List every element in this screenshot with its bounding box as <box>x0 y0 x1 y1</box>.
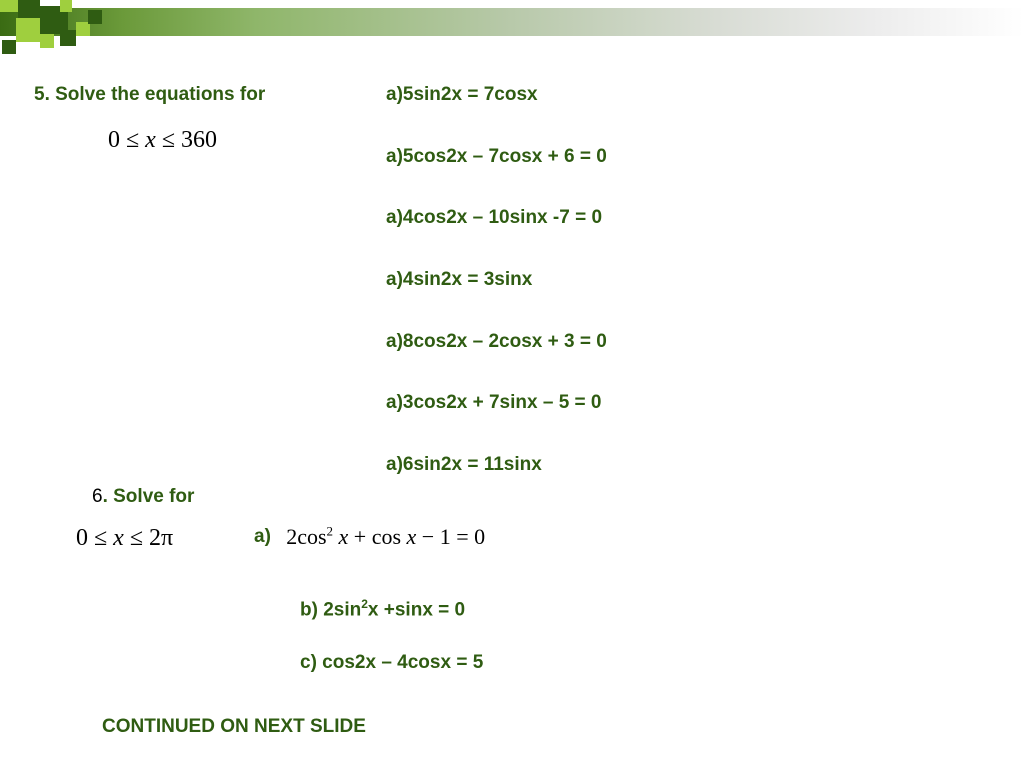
decor-square <box>60 0 72 12</box>
list-item: a)8cos2x – 2cosx + 3 = 0 <box>386 329 607 355</box>
decor-square <box>88 10 102 24</box>
slide: 5. Solve the equations for 0 ≤ x ≤ 360 a… <box>0 0 1024 768</box>
list-item: a)5sin2x = 7cosx <box>386 82 607 108</box>
decor-square <box>16 18 40 42</box>
q5-title: 5. Solve the equations for <box>34 82 265 108</box>
q6-a-equation: 2cos2 x + cos x − 1 = 0 <box>286 522 485 552</box>
q6-part-b: b) 2sin2x +sinx = 0 <box>300 596 465 623</box>
decor-square <box>40 34 54 48</box>
q5-range: 0 ≤ x ≤ 360 <box>108 124 217 156</box>
q6-part-c: c) cos2x – 4cosx = 5 <box>300 650 483 676</box>
list-item: a)4sin2x = 3sinx <box>386 267 607 293</box>
list-item: a)5cos2x – 7cosx + 6 = 0 <box>386 144 607 170</box>
q6-range: 0 ≤ x ≤ 2π <box>76 522 173 554</box>
decor-square <box>2 40 16 54</box>
list-item: a)3cos2x + 7sinx – 5 = 0 <box>386 390 607 416</box>
gradient-bar <box>0 8 1024 36</box>
decor-square <box>18 0 40 18</box>
list-item: a)4cos2x – 10sinx -7 = 0 <box>386 205 607 231</box>
list-item: a)6sin2x = 11sinx <box>386 452 607 478</box>
q6-part-a: a) 2cos2 x + cos x − 1 = 0 <box>254 522 485 552</box>
q6-title: 6. Solve for <box>92 484 194 510</box>
decor-square <box>0 0 18 12</box>
q5-equation-list: a)5sin2x = 7cosx a)5cos2x – 7cosx + 6 = … <box>386 82 607 513</box>
decor-square <box>76 22 90 36</box>
decor-square <box>60 30 76 46</box>
continued-label: CONTINUED ON NEXT SLIDE <box>102 714 366 740</box>
header-decoration <box>0 0 1024 60</box>
